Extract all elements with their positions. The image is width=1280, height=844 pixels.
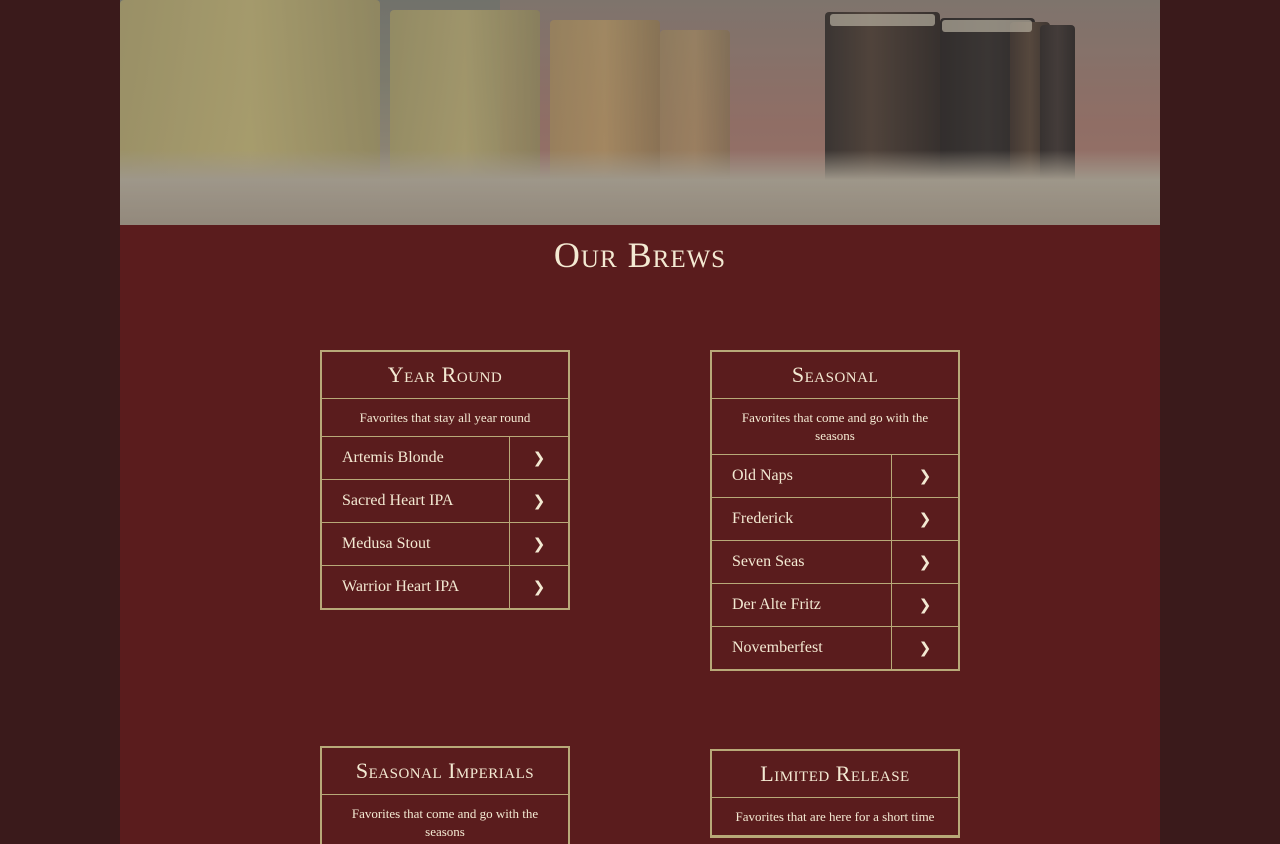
beer-name[interactable]: Der Alte Fritz (712, 584, 892, 626)
card-title: Seasonal Imperials (322, 748, 568, 795)
chevron-right-icon[interactable]: ❯ (510, 480, 568, 522)
brew-card-year-round: Year Round Favorites that stay all year … (320, 350, 570, 610)
brew-card-seasonal-imperials: Seasonal Imperials Favorites that come a… (320, 746, 570, 844)
card-description: Favorites that come and go with the seas… (322, 795, 568, 844)
section-title: Our Brews (553, 235, 727, 275)
brew-card-limited-release: Limited Release Favorites that are here … (710, 749, 960, 838)
beer-row-sacred-heart-ipa[interactable]: Sacred Heart IPA ❯ (322, 480, 568, 523)
hero-image-beer-glasses (120, 0, 1160, 225)
card-title: Seasonal (712, 352, 958, 399)
chevron-right-icon[interactable]: ❯ (510, 566, 568, 608)
card-description: Favorites that come and go with the seas… (712, 399, 958, 455)
chevron-right-icon[interactable]: ❯ (892, 541, 958, 583)
beer-row-seven-seas[interactable]: Seven Seas ❯ (712, 541, 958, 584)
beer-name[interactable]: Seven Seas (712, 541, 892, 583)
card-description: Favorites that are here for a short time (712, 798, 958, 836)
chevron-right-icon[interactable]: ❯ (892, 455, 958, 497)
card-description: Favorites that stay all year round (322, 399, 568, 437)
beer-name[interactable]: Old Naps (712, 455, 892, 497)
chevron-right-icon[interactable]: ❯ (892, 627, 958, 669)
card-title: Year Round (322, 352, 568, 399)
beer-row-warrior-heart-ipa[interactable]: Warrior Heart IPA ❯ (322, 566, 568, 608)
beer-row-frederick[interactable]: Frederick ❯ (712, 498, 958, 541)
beer-name[interactable]: Sacred Heart IPA (322, 480, 510, 522)
beer-row-medusa-stout[interactable]: Medusa Stout ❯ (322, 523, 568, 566)
chevron-right-icon[interactable]: ❯ (510, 523, 568, 565)
chevron-right-icon[interactable]: ❯ (892, 498, 958, 540)
page-panel: Our Brews Year Round Favorites that stay… (120, 0, 1160, 844)
beer-name[interactable]: Medusa Stout (322, 523, 510, 565)
beer-name[interactable]: Novemberfest (712, 627, 892, 669)
brew-card-seasonal: Seasonal Favorites that come and go with… (710, 350, 960, 671)
beer-row-der-alte-fritz[interactable]: Der Alte Fritz ❯ (712, 584, 958, 627)
beer-row-artemis-blonde[interactable]: Artemis Blonde ❯ (322, 437, 568, 480)
card-title: Limited Release (712, 751, 958, 798)
beer-name[interactable]: Frederick (712, 498, 892, 540)
beer-row-old-naps[interactable]: Old Naps ❯ (712, 455, 958, 498)
beer-row-novemberfest[interactable]: Novemberfest ❯ (712, 627, 958, 669)
beer-name[interactable]: Artemis Blonde (322, 437, 510, 479)
chevron-right-icon[interactable]: ❯ (892, 584, 958, 626)
beer-name[interactable]: Warrior Heart IPA (322, 566, 510, 608)
chevron-right-icon[interactable]: ❯ (510, 437, 568, 479)
